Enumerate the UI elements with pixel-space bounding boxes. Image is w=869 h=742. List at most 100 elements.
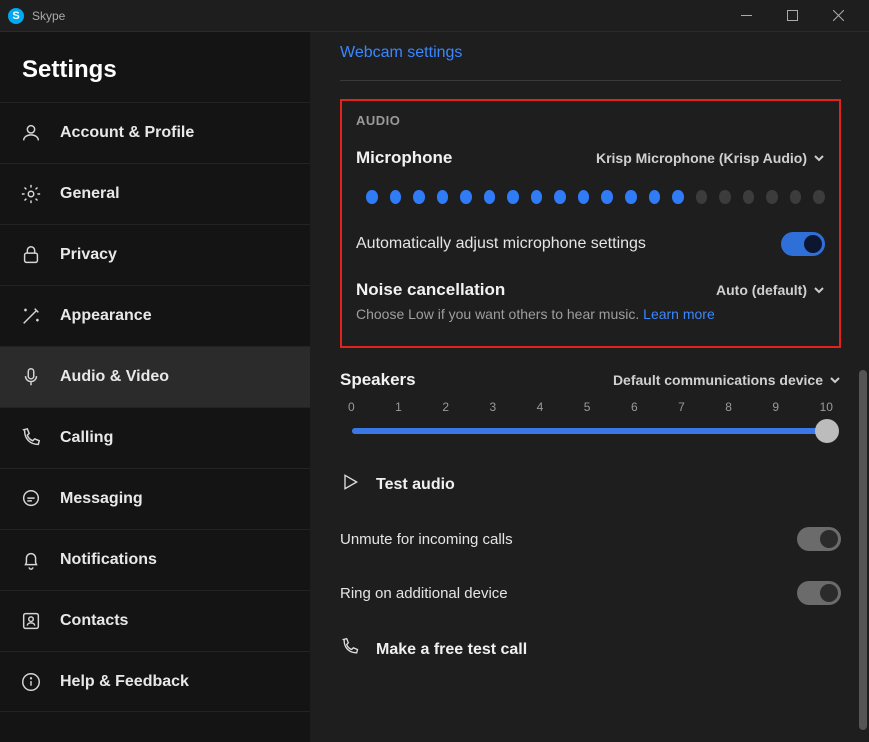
level-dot xyxy=(790,190,802,204)
microphone-label: Microphone xyxy=(356,148,452,168)
webcam-settings-link[interactable]: Webcam settings xyxy=(340,44,462,61)
sidebar-item-label: Contacts xyxy=(60,612,128,630)
profile-icon xyxy=(20,122,42,144)
auto-adjust-label: Automatically adjust microphone settings xyxy=(356,235,646,253)
maximize-button[interactable] xyxy=(769,0,815,32)
phone-icon xyxy=(20,427,42,449)
tick-label: 10 xyxy=(820,400,833,414)
ring-row: Ring on additional device xyxy=(340,581,841,605)
gear-icon xyxy=(20,183,42,205)
level-dot xyxy=(696,190,708,204)
tick-label: 4 xyxy=(537,400,544,414)
unmute-row: Unmute for incoming calls xyxy=(340,527,841,551)
level-dot xyxy=(601,190,613,204)
sidebar-item-label: Appearance xyxy=(60,307,152,325)
speakers-device-selector[interactable]: Default communications device xyxy=(613,372,841,388)
scrollbar[interactable] xyxy=(859,370,867,730)
sidebar-item-appearance[interactable]: Appearance xyxy=(0,285,310,346)
chevron-down-icon xyxy=(829,374,841,386)
level-dot xyxy=(413,190,425,204)
level-dot xyxy=(649,190,661,204)
sidebar-item-label: Help & Feedback xyxy=(60,673,189,691)
level-dot xyxy=(766,190,778,204)
window-title: Skype xyxy=(32,9,723,23)
skype-logo-icon: S xyxy=(8,8,24,24)
test-audio-button[interactable]: Test audio xyxy=(340,472,841,497)
speakers-label: Speakers xyxy=(340,370,416,390)
speakers-device-value: Default communications device xyxy=(613,372,823,388)
sidebar-item-label: Audio & Video xyxy=(60,368,169,386)
play-icon xyxy=(340,472,360,497)
sidebar-item-notifications[interactable]: Notifications xyxy=(0,529,310,590)
tick-label: 0 xyxy=(348,400,355,414)
microphone-device-selector[interactable]: Krisp Microphone (Krisp Audio) xyxy=(596,150,825,166)
noise-cancellation-hint: Choose Low if you want others to hear mu… xyxy=(356,306,825,322)
learn-more-link[interactable]: Learn more xyxy=(643,306,715,322)
titlebar: S Skype xyxy=(0,0,869,32)
bell-icon xyxy=(20,549,42,571)
contacts-icon xyxy=(20,610,42,632)
noise-cancellation-row: Noise cancellation Auto (default) xyxy=(356,280,825,300)
level-dot xyxy=(743,190,755,204)
tick-label: 8 xyxy=(725,400,732,414)
sidebar-item-privacy[interactable]: Privacy xyxy=(0,224,310,285)
test-call-button[interactable]: Make a free test call xyxy=(340,637,841,662)
level-dot xyxy=(484,190,496,204)
level-dot xyxy=(366,190,378,204)
sidebar-item-account[interactable]: Account & Profile xyxy=(0,102,310,163)
sidebar-item-label: Messaging xyxy=(60,490,143,508)
sidebar-item-calling[interactable]: Calling xyxy=(0,407,310,468)
noise-cancellation-selector[interactable]: Auto (default) xyxy=(716,282,825,298)
sidebar-item-general[interactable]: General xyxy=(0,163,310,224)
slider-thumb[interactable] xyxy=(815,419,839,443)
sidebar-item-messaging[interactable]: Messaging xyxy=(0,468,310,529)
sidebar-item-help[interactable]: Help & Feedback xyxy=(0,651,310,712)
level-dot xyxy=(531,190,543,204)
sidebar-item-audio-video[interactable]: Audio & Video xyxy=(0,346,310,407)
content-pane: Webcam settings AUDIO Microphone Krisp M… xyxy=(310,32,869,742)
sidebar-item-label: Calling xyxy=(60,429,113,447)
speakers-row: Speakers Default communications device xyxy=(340,370,841,390)
page-title: Settings xyxy=(0,32,310,102)
ring-toggle[interactable] xyxy=(797,581,841,605)
unmute-label: Unmute for incoming calls xyxy=(340,531,513,548)
lock-icon xyxy=(20,244,42,266)
microphone-row: Microphone Krisp Microphone (Krisp Audio… xyxy=(356,148,825,168)
phone-icon xyxy=(340,637,360,662)
level-dot xyxy=(625,190,637,204)
sidebar-item-label: Privacy xyxy=(60,246,117,264)
close-button[interactable] xyxy=(815,0,861,32)
level-dot xyxy=(672,190,684,204)
audio-highlight-box: AUDIO Microphone Krisp Microphone (Krisp… xyxy=(340,99,841,348)
noise-cancellation-value: Auto (default) xyxy=(716,282,807,298)
wand-icon xyxy=(20,305,42,327)
minimize-button[interactable] xyxy=(723,0,769,32)
speaker-volume-slider[interactable] xyxy=(340,418,841,444)
info-icon xyxy=(20,671,42,693)
speaker-volume-control: 012345678910 xyxy=(340,400,841,444)
auto-adjust-toggle[interactable] xyxy=(781,232,825,256)
divider xyxy=(340,80,841,81)
tick-label: 1 xyxy=(395,400,402,414)
level-dot xyxy=(390,190,402,204)
tick-label: 9 xyxy=(772,400,779,414)
level-dot xyxy=(719,190,731,204)
sidebar-item-contacts[interactable]: Contacts xyxy=(0,590,310,651)
tick-label: 5 xyxy=(584,400,591,414)
sidebar-item-label: General xyxy=(60,185,120,203)
level-dot xyxy=(578,190,590,204)
noise-cancellation-label: Noise cancellation xyxy=(356,280,505,300)
sidebar-item-label: Account & Profile xyxy=(60,124,194,142)
tick-label: 7 xyxy=(678,400,685,414)
level-dot xyxy=(460,190,472,204)
unmute-toggle[interactable] xyxy=(797,527,841,551)
ring-label: Ring on additional device xyxy=(340,585,508,602)
tick-label: 2 xyxy=(442,400,449,414)
microphone-icon xyxy=(20,366,42,388)
microphone-device-value: Krisp Microphone (Krisp Audio) xyxy=(596,150,807,166)
tick-label: 6 xyxy=(631,400,638,414)
chevron-down-icon xyxy=(813,152,825,164)
level-dot xyxy=(554,190,566,204)
audio-section-label: AUDIO xyxy=(356,113,825,128)
chevron-down-icon xyxy=(813,284,825,296)
